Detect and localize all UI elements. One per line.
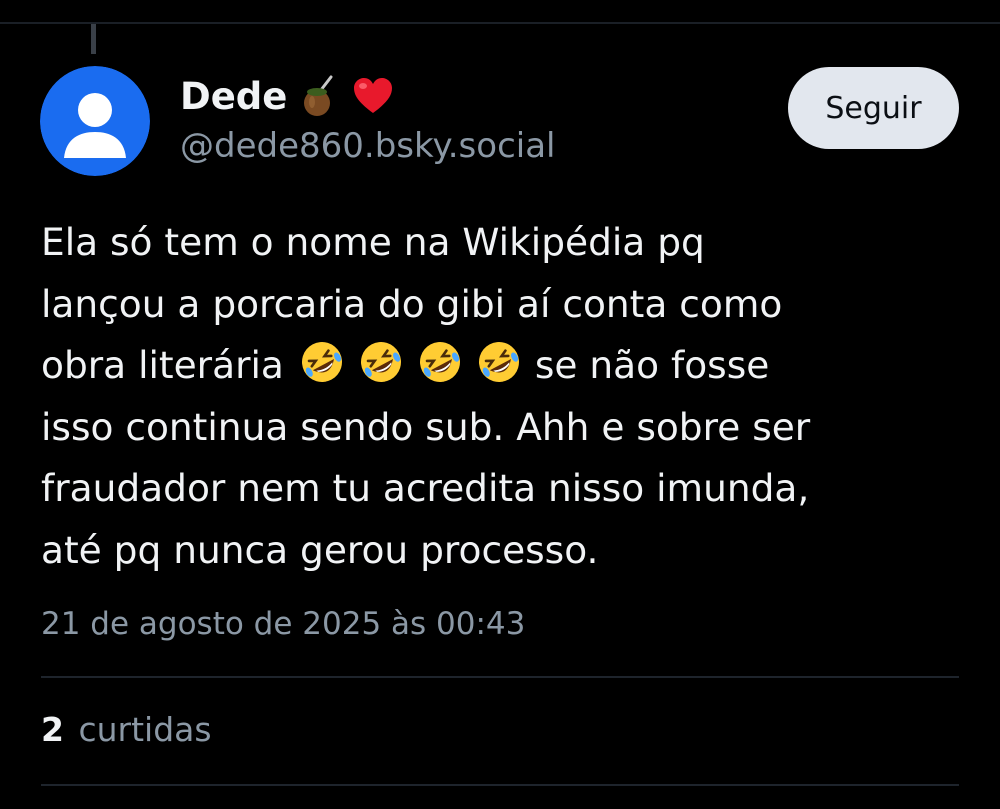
mate-gourd-emoji bbox=[297, 74, 341, 118]
post-text-line: Ela só tem o nome na Wikipédia pq bbox=[41, 220, 705, 264]
post-text-segment: se não fosse bbox=[534, 343, 770, 387]
post-text-line: fraudador nem tu acredita nisso imunda, bbox=[41, 466, 810, 510]
red-heart-emoji bbox=[351, 74, 395, 118]
author-handle[interactable]: @dede860.bsky.social bbox=[180, 126, 556, 166]
post-text-line: lançou a porcaria do gibi aí conta como bbox=[41, 281, 783, 326]
rolling-on-floor-laughing-emoji bbox=[298, 338, 346, 386]
divider bbox=[41, 784, 959, 786]
rolling-on-floor-laughing-emoji bbox=[357, 338, 405, 386]
post-text-segment: obra literária bbox=[41, 343, 284, 387]
top-divider bbox=[0, 22, 1000, 24]
divider bbox=[41, 676, 959, 678]
post-text-line: isso continua sendo sub. Ahh e sobre ser bbox=[41, 404, 811, 449]
avatar[interactable] bbox=[40, 66, 150, 176]
likes-stat[interactable]: 2 curtidas bbox=[41, 710, 212, 749]
post-text: Ela só tem o nome na Wikipédia pq lançou… bbox=[41, 212, 971, 581]
rolling-on-floor-laughing-emoji bbox=[416, 338, 464, 386]
default-user-avatar-icon bbox=[40, 66, 150, 176]
post-text-line-with-emojis: obra literária se não fosse bbox=[41, 335, 971, 397]
thread-connector-line bbox=[91, 24, 96, 54]
author-display-name[interactable]: Dede bbox=[180, 75, 287, 118]
laughing-emoji-group bbox=[298, 338, 523, 386]
post-text-line: até pq nunca gerou processo. bbox=[41, 527, 599, 572]
likes-count: 2 bbox=[41, 710, 64, 749]
post-timestamp[interactable]: 21 de agosto de 2025 às 00:43 bbox=[41, 606, 525, 642]
rolling-on-floor-laughing-emoji bbox=[475, 338, 523, 386]
author-name-row[interactable]: Dede bbox=[180, 68, 395, 124]
likes-label: curtidas bbox=[78, 710, 212, 749]
follow-button[interactable]: Seguir bbox=[788, 67, 959, 149]
